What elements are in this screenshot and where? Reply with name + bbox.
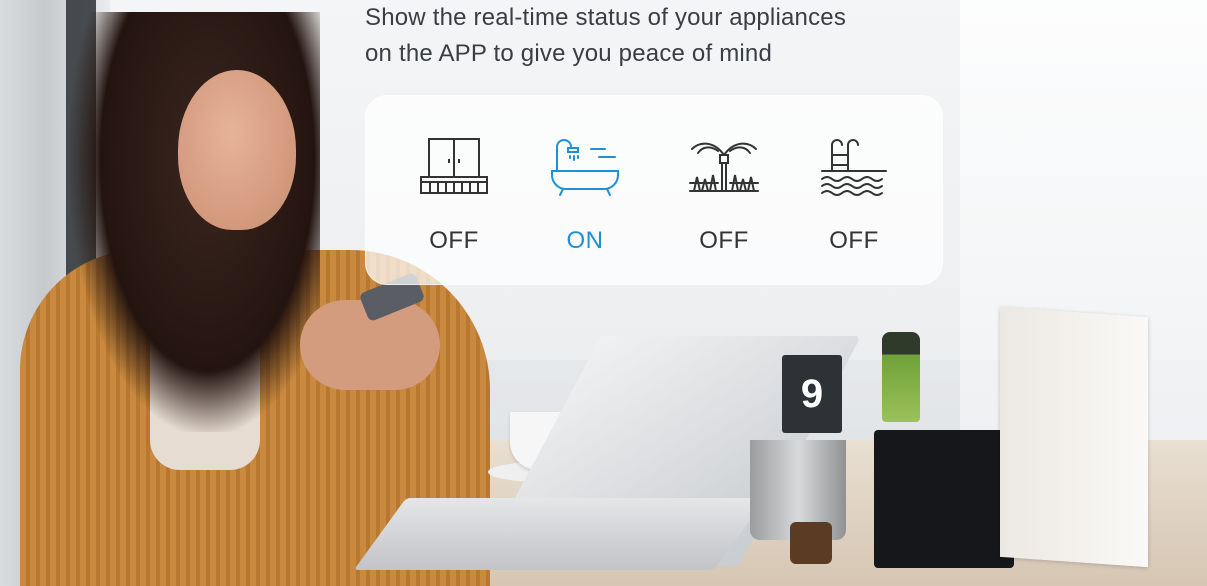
window-gate-icon bbox=[420, 138, 488, 194]
device-garden-sprinkler[interactable]: OFF bbox=[669, 135, 779, 255]
device-status-label: OFF bbox=[429, 227, 479, 254]
napkin-dispenser bbox=[874, 430, 1014, 568]
laptop-keyboard bbox=[353, 498, 767, 570]
appliance-status-card: OFF ON OFF OFF bbox=[365, 95, 943, 285]
bathtub-shower-icon bbox=[551, 139, 619, 196]
device-bathtub[interactable]: ON bbox=[530, 135, 640, 255]
person-face bbox=[178, 70, 296, 230]
device-window-gate[interactable]: OFF bbox=[399, 135, 509, 255]
person-hair bbox=[70, 12, 320, 432]
table-number-card: 9 bbox=[782, 355, 842, 433]
headline: Show the real-time status of your applia… bbox=[365, 0, 1005, 72]
menu-card bbox=[1000, 306, 1148, 568]
device-status-label: ON bbox=[566, 227, 604, 254]
garden-sprinkler-icon bbox=[689, 142, 759, 192]
device-status-label: OFF bbox=[699, 227, 749, 254]
hero-banner: 9 Show the real-time status of your appl… bbox=[0, 0, 1207, 586]
device-status-label: OFF bbox=[829, 227, 879, 254]
device-pool[interactable]: OFF bbox=[799, 135, 909, 255]
headline-line-2: on the APP to give you peace of mind bbox=[365, 40, 773, 67]
wooden-block bbox=[790, 522, 832, 564]
oil-bottle bbox=[882, 332, 920, 422]
pool-ladder-icon bbox=[821, 139, 887, 196]
headline-line-1: Show the real-time status of your applia… bbox=[365, 4, 847, 31]
